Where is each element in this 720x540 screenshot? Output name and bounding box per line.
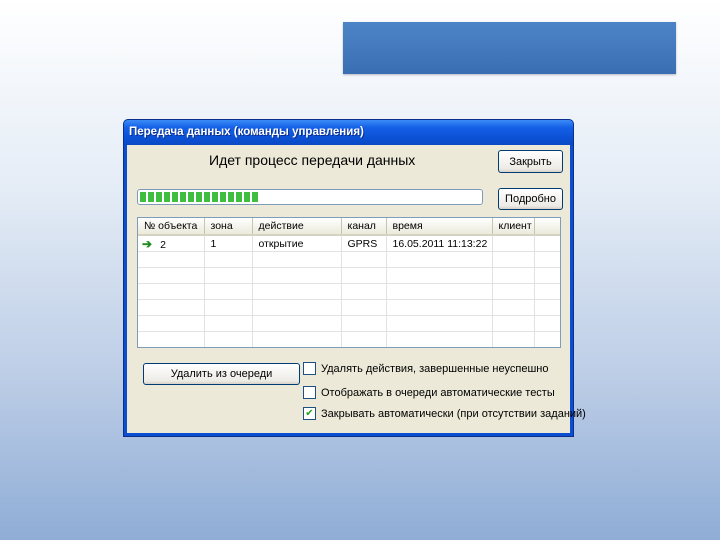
- details-button[interactable]: Подробно: [498, 188, 563, 210]
- cell-channel: GPRS: [341, 235, 387, 252]
- column-header-client[interactable]: клиент: [492, 218, 535, 236]
- table-row-empty: [138, 299, 560, 316]
- column-header-time[interactable]: время: [386, 218, 493, 236]
- checkbox[interactable]: ✔: [303, 407, 316, 420]
- dialog-body: Идет процесс передачи данных Закрыть Под…: [127, 145, 586, 433]
- cell-action: открытие: [252, 235, 342, 252]
- table-row-empty: [138, 315, 560, 332]
- progress-fill: [140, 192, 259, 202]
- header-banner: [343, 22, 676, 74]
- transfer-dialog: Передача данных (команды управления) Иде…: [123, 119, 586, 437]
- table-row-empty: [138, 331, 560, 347]
- option-label: Отображать в очереди автоматические тест…: [321, 386, 555, 399]
- cell-zone: 1: [204, 235, 253, 252]
- option-show-auto-tests[interactable]: Отображать в очереди автоматические тест…: [303, 386, 555, 399]
- queue-table[interactable]: № объекта зона действие канал время клие…: [137, 217, 561, 348]
- window-title: Передача данных (команды управления): [129, 126, 364, 138]
- column-header-channel[interactable]: канал: [341, 218, 387, 236]
- checkmark-icon: ✔: [305, 407, 314, 419]
- option-auto-close[interactable]: ✔ Закрывать автоматически (при отсутстви…: [303, 407, 586, 420]
- option-label: Закрывать автоматически (при отсутствии …: [321, 407, 586, 420]
- table-row[interactable]: ➔ 2 1 открытие GPRS 16.05.2011 11:13:22: [138, 235, 560, 252]
- status-message: Идет процесс передачи данных: [209, 152, 416, 168]
- title-bar[interactable]: Передача данных (команды управления): [124, 120, 573, 145]
- arrow-right-icon: ➔: [142, 236, 153, 251]
- table-header: № объекта зона действие канал время клие…: [138, 218, 560, 236]
- checkbox[interactable]: [303, 386, 316, 399]
- column-header-zone[interactable]: зона: [204, 218, 253, 236]
- option-remove-failed[interactable]: Удалять действия, завершенные неуспешно: [303, 362, 548, 375]
- column-header-action[interactable]: действие: [252, 218, 342, 236]
- table-row-empty: [138, 251, 560, 268]
- progress-bar: [137, 189, 483, 205]
- cell-object: 2: [160, 238, 166, 251]
- remove-from-queue-button[interactable]: Удалить из очереди: [143, 363, 300, 385]
- table-row-empty: [138, 283, 560, 300]
- close-button[interactable]: Закрыть: [498, 150, 563, 173]
- cell-time: 16.05.2011 11:13:22: [386, 235, 493, 252]
- option-label: Удалять действия, завершенные неуспешно: [321, 362, 549, 375]
- column-header-object[interactable]: № объекта: [138, 218, 205, 236]
- table-row-empty: [138, 267, 560, 284]
- column-header-filler: [534, 218, 560, 236]
- cell-client: [492, 235, 535, 252]
- checkbox[interactable]: [303, 362, 316, 375]
